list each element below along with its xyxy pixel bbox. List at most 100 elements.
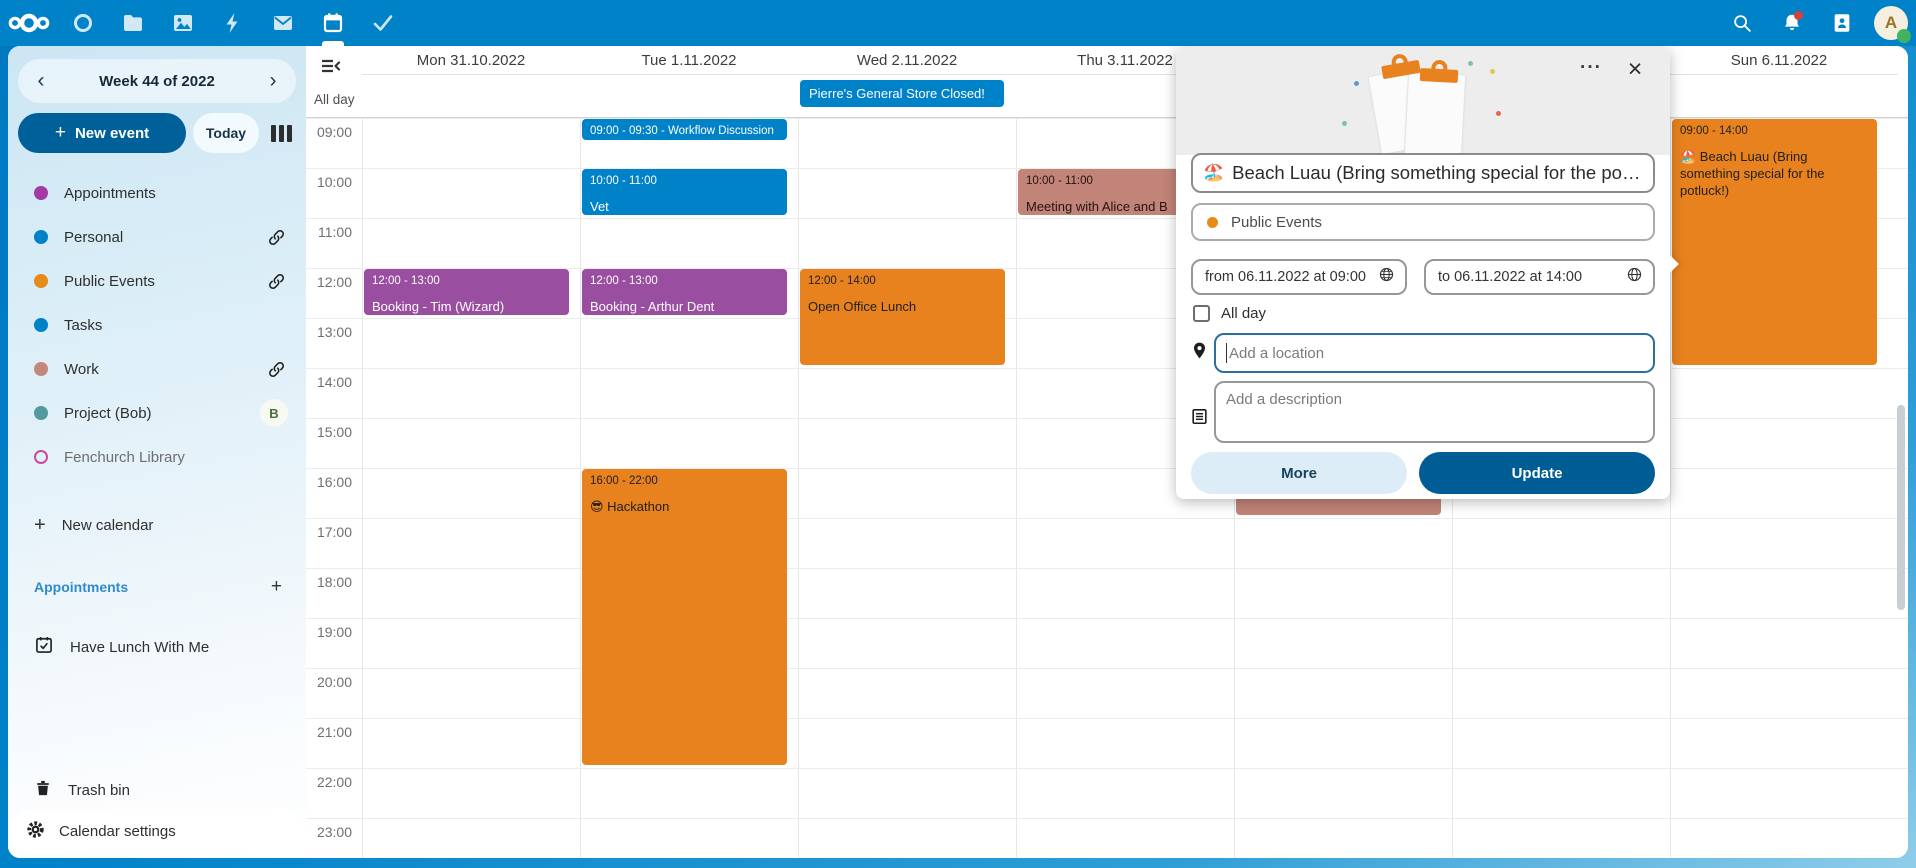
calendar-app-icon[interactable]	[308, 0, 358, 46]
appointments-section-header: Appointments +	[34, 575, 296, 599]
view-columns-icon[interactable]	[266, 113, 296, 153]
day-header: Sun 6.11.2022	[1670, 46, 1888, 74]
sidebar-calendar-item[interactable]: Project (Bob)B	[18, 391, 296, 435]
event-title: Booking - Arthur Dent	[590, 298, 779, 315]
event-time: 12:00 - 13:00	[590, 274, 779, 289]
sidebar-calendar-item[interactable]: Appointments	[18, 171, 296, 215]
close-icon[interactable]: ×	[1620, 54, 1650, 84]
event-title-field[interactable]: 🏖️ Beach Luau (Bring something special f…	[1191, 153, 1655, 193]
add-appointment-button[interactable]: +	[271, 576, 296, 598]
gear-icon	[26, 820, 45, 843]
day-header: Wed 2.11.2022	[798, 46, 1016, 74]
calendar-event[interactable]: 12:00 - 13:00 Booking - Arthur Dent	[582, 269, 787, 315]
description-input[interactable]	[1226, 391, 1643, 433]
calendar-color-dot	[34, 406, 48, 420]
app-window: A ‹ Week 44 of 2022 › + New event Today …	[0, 0, 1916, 868]
next-week-button[interactable]: ›	[256, 64, 290, 98]
activity-icon[interactable]	[208, 0, 258, 46]
share-link-icon[interactable]	[264, 269, 288, 293]
event-time: 09:00 - 14:00	[1680, 124, 1869, 139]
start-date-field[interactable]: from 06.11.2022 at 09:00	[1191, 259, 1407, 295]
update-button[interactable]: Update	[1419, 452, 1655, 494]
calendar-color-dot	[1207, 217, 1218, 228]
description-input-wrap	[1214, 381, 1655, 443]
end-date-field[interactable]: to 06.11.2022 at 14:00	[1424, 259, 1655, 295]
sidebar-calendar-item[interactable]: Tasks	[18, 303, 296, 347]
day-column[interactable]: 09:00 - 14:00 🏖️ Beach Luau (Bring someth…	[1670, 118, 1888, 858]
timezone-globe-icon	[1378, 266, 1395, 288]
share-link-icon[interactable]	[264, 225, 288, 249]
allday-event[interactable]: Pierre's General Store Closed!	[800, 80, 1004, 107]
calendar-color-dot	[34, 274, 48, 288]
plus-icon: +	[55, 122, 66, 144]
calendar-settings-button[interactable]: Calendar settings	[10, 809, 304, 853]
calendar-picker[interactable]: Public Events	[1191, 203, 1655, 241]
files-icon[interactable]	[108, 0, 158, 46]
event-title: Vet	[590, 198, 779, 215]
scrollbar-thumb[interactable]	[1897, 405, 1905, 610]
event-title-text: Beach Luau (Bring something special for …	[1232, 162, 1643, 184]
timezone-globe-icon	[1626, 266, 1643, 288]
hour-line	[306, 718, 1908, 719]
nextcloud-logo-icon[interactable]	[0, 10, 58, 36]
shared-by-badge: B	[260, 399, 288, 427]
search-icon[interactable]	[1724, 5, 1760, 41]
event-title: Booking - Tim (Wizard)	[372, 298, 561, 315]
more-options-icon[interactable]: ···	[1576, 55, 1606, 85]
circle-app-icon[interactable]	[58, 0, 108, 46]
event-title-emoji: 🏖️	[1203, 163, 1224, 183]
sidebar-calendar-item[interactable]: Work	[18, 347, 296, 391]
event-time: 16:00 - 22:00	[590, 474, 779, 489]
mail-icon[interactable]	[258, 0, 308, 46]
day-column[interactable]: 12:00 - 14:00Open Office Lunch	[798, 118, 1016, 858]
calendar-label: Tasks	[64, 317, 288, 334]
hour-line	[306, 518, 1908, 519]
new-event-button[interactable]: + New event	[18, 113, 186, 153]
location-pin-icon	[1190, 341, 1210, 361]
calendar-event[interactable]: 10:00 - 11:00Vet	[582, 169, 787, 215]
checkbox[interactable]	[1193, 305, 1210, 322]
top-bar: A	[0, 0, 1916, 46]
calendar-color-dot	[34, 450, 48, 464]
trash-bin-button[interactable]: Trash bin	[18, 768, 296, 812]
avatar-letter: A	[1885, 13, 1897, 33]
calendar-label: Project (Bob)	[64, 405, 260, 422]
description-icon	[1190, 407, 1210, 427]
day-header: Mon 31.10.2022	[362, 46, 580, 74]
calendar-event[interactable]: 12:00 - 14:00Open Office Lunch	[800, 269, 1005, 365]
hour-line	[306, 768, 1908, 769]
calendar-event[interactable]: 09:00 - 09:30 - Workflow Discussion	[582, 119, 787, 140]
location-input[interactable]	[1229, 345, 1643, 362]
calendar-color-dot	[34, 230, 48, 244]
plus-icon: +	[34, 514, 46, 537]
new-calendar-button[interactable]: + New calendar	[18, 503, 296, 547]
day-header: Tue 1.11.2022	[580, 46, 798, 74]
location-input-wrap	[1214, 333, 1655, 373]
today-button[interactable]: Today	[193, 113, 259, 153]
tasks-icon[interactable]	[358, 0, 408, 46]
appointment-item[interactable]: Have Lunch With Me	[18, 625, 296, 669]
content-area: ‹ Week 44 of 2022 › + New event Today Ap…	[8, 46, 1908, 858]
avatar[interactable]: A	[1874, 6, 1908, 40]
calendar-event[interactable]: 16:00 - 22:00😎 Hackathon	[582, 469, 787, 765]
day-column[interactable]: 12:00 - 13:00 Booking - Tim (Wizard)	[362, 118, 580, 858]
event-time: 09:00 - 09:30 - Workflow Discussion	[590, 124, 779, 139]
sidebar-calendar-item[interactable]: Fenchurch Library	[18, 435, 296, 479]
event-title: 🏖️ Beach Luau (Bring something special f…	[1680, 148, 1869, 199]
day-column[interactable]: 09:00 - 09:30 - Workflow Discussion 10:00…	[580, 118, 798, 858]
allday-checkbox[interactable]: All day	[1193, 305, 1266, 322]
hour-line	[306, 818, 1908, 819]
sidebar-calendar-item[interactable]: Personal	[18, 215, 296, 259]
previous-week-button[interactable]: ‹	[24, 64, 58, 98]
share-link-icon[interactable]	[264, 357, 288, 381]
event-time: 12:00 - 13:00	[372, 274, 561, 289]
sidebar-calendar-item[interactable]: Public Events	[18, 259, 296, 303]
more-button[interactable]: More	[1191, 452, 1407, 494]
calendar-color-dot	[34, 362, 48, 376]
contacts-icon[interactable]	[1824, 5, 1860, 41]
event-editor-popup: ··· × 🏖️ Beach Luau (Bring something spe…	[1176, 47, 1670, 499]
calendar-event[interactable]: 09:00 - 14:00 🏖️ Beach Luau (Bring someth…	[1672, 119, 1877, 365]
photos-icon[interactable]	[158, 0, 208, 46]
calendar-event[interactable]: 12:00 - 13:00 Booking - Tim (Wizard)	[364, 269, 569, 315]
notifications-bell-icon[interactable]	[1774, 5, 1810, 41]
